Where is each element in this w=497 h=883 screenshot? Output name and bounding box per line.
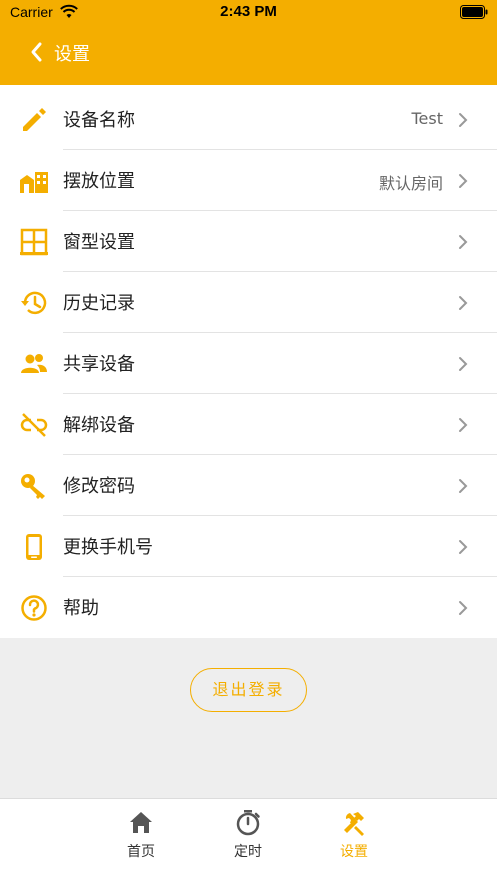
home-icon: [130, 812, 152, 833]
settings-list: 设备名称 Test 摆放位置 默认房间 窗型设置 历史记录 共享设备 解绑设备 …: [0, 89, 497, 638]
chevron-right-icon: [459, 113, 468, 127]
chevron-right-icon: [459, 296, 468, 310]
battery-icon: [460, 5, 488, 19]
help-icon: [21, 595, 47, 621]
settings-item-window-type[interactable]: 窗型设置: [0, 211, 497, 272]
chevron-right-icon: [459, 540, 468, 554]
timer-icon: [236, 810, 260, 836]
back-chevron-icon[interactable]: [29, 41, 43, 63]
tab-label: 设置: [340, 844, 368, 860]
settings-item-history[interactable]: 历史记录: [0, 272, 497, 333]
settings-item-unbind-device[interactable]: 解绑设备: [0, 394, 497, 455]
tab-settings[interactable]: 设置: [314, 809, 394, 869]
tab-home[interactable]: 首页: [101, 809, 181, 869]
logout-section: 退出登录: [0, 638, 497, 798]
settings-item-share-device[interactable]: 共享设备: [0, 333, 497, 394]
tab-timer[interactable]: 定时: [208, 809, 288, 869]
settings-item-label: 设备名称: [63, 110, 135, 131]
chevron-right-icon: [459, 174, 468, 188]
pencil-icon: [23, 108, 46, 131]
settings-item-label: 共享设备: [63, 354, 135, 375]
window-icon: [20, 228, 48, 256]
tab-bar: 首页 定时 设置: [0, 798, 497, 883]
settings-item-label: 窗型设置: [63, 232, 135, 253]
settings-item-placement[interactable]: 摆放位置 默认房间: [0, 150, 497, 211]
settings-item-change-password[interactable]: 修改密码: [0, 455, 497, 516]
settings-item-label: 解绑设备: [63, 415, 135, 436]
page-title: 设置: [54, 44, 90, 65]
phone-icon: [26, 534, 42, 560]
settings-item-label: 摆放位置: [63, 171, 135, 192]
key-icon: [21, 474, 45, 499]
unlink-icon: [20, 413, 48, 437]
settings-item-value: Test: [411, 109, 443, 128]
chevron-right-icon: [459, 479, 468, 493]
history-icon: [21, 291, 47, 315]
settings-item-label: 修改密码: [63, 476, 135, 497]
settings-item-device-name[interactable]: 设备名称 Test: [0, 89, 497, 150]
chevron-right-icon: [459, 418, 468, 432]
settings-item-label: 更换手机号: [63, 537, 153, 558]
status-bar: Carrier 2:43 PM: [0, 0, 497, 26]
settings-item-change-phone[interactable]: 更换手机号: [0, 516, 497, 577]
settings-item-label: 帮助: [63, 598, 99, 619]
settings-item-value: 默认房间: [378, 174, 443, 193]
tab-label: 定时: [234, 844, 262, 860]
settings-item-help[interactable]: 帮助: [0, 577, 497, 638]
app-header: Carrier 2:43 PM 设置: [0, 0, 497, 85]
tab-label: 首页: [127, 844, 155, 860]
chevron-right-icon: [459, 357, 468, 371]
chevron-right-icon: [459, 601, 468, 615]
chevron-right-icon: [459, 235, 468, 249]
tools-icon: [344, 812, 364, 836]
people-icon: [21, 354, 47, 373]
logout-button[interactable]: 退出登录: [190, 668, 307, 712]
status-time: 2:43 PM: [220, 3, 277, 20]
building-icon: [20, 172, 48, 193]
settings-item-label: 历史记录: [63, 293, 135, 314]
